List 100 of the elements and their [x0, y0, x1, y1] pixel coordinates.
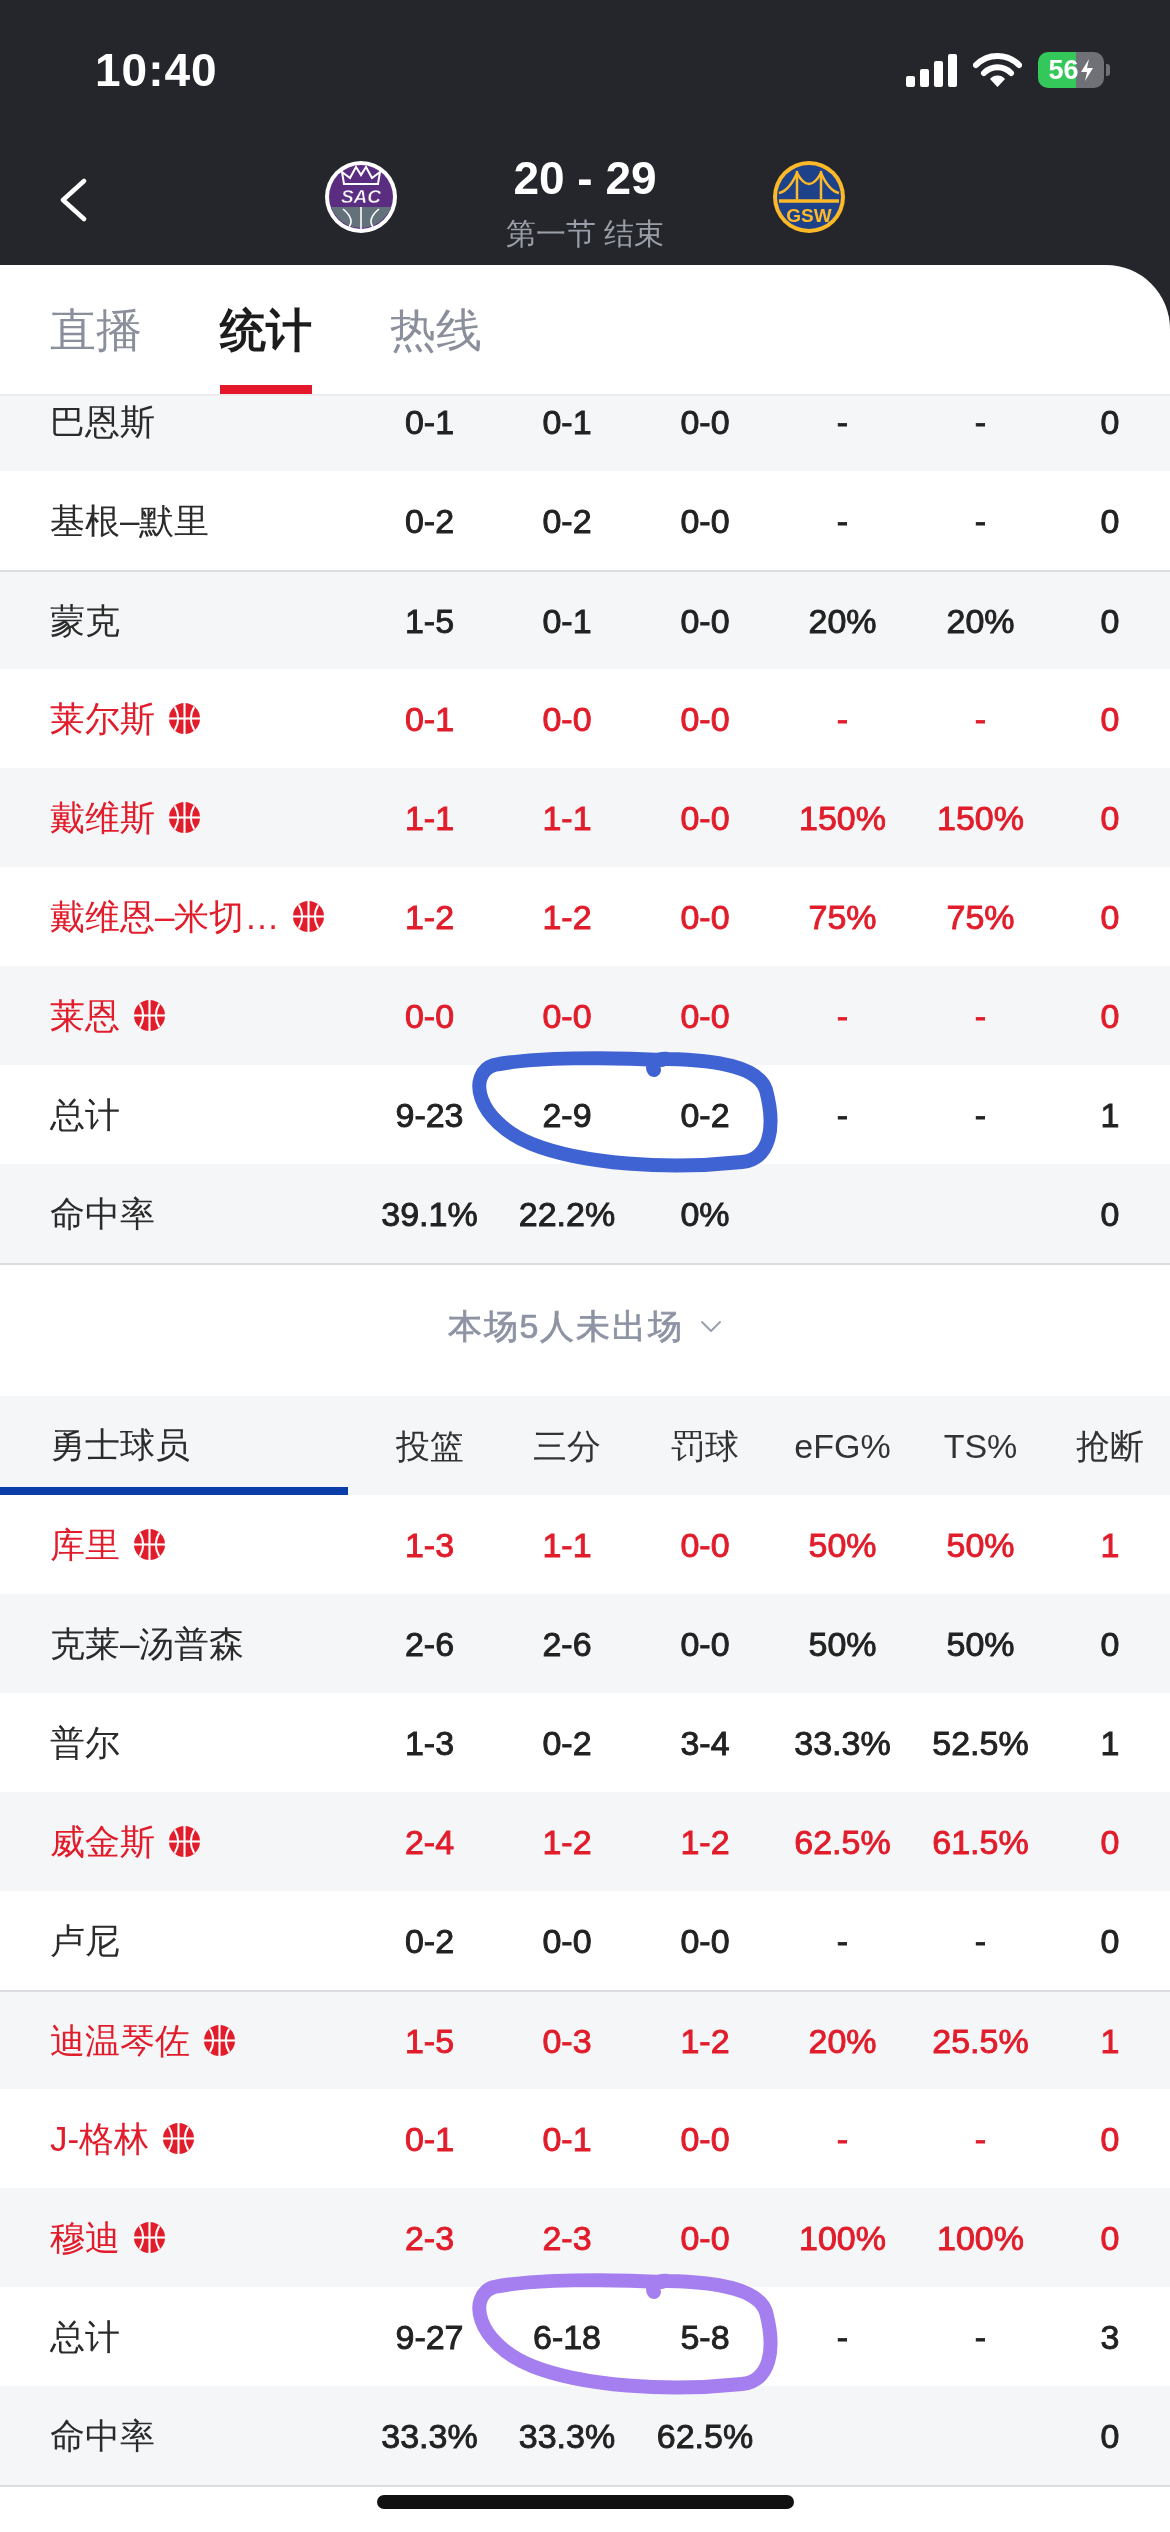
table-cell-text: 1	[1099, 1722, 1121, 1763]
table-cell-text: 0	[1099, 1623, 1121, 1664]
table-cell-text: 0-0	[679, 1524, 731, 1565]
tab[interactable]: 直播	[50, 265, 142, 394]
table-cell-text: 0-0	[679, 995, 731, 1036]
table-cell-text: 39.1%	[380, 1193, 479, 1234]
team-logo: GSW	[773, 161, 845, 233]
player-name: 戴维斯	[50, 797, 155, 838]
table-cell-text: 2-3	[403, 2217, 456, 2258]
table-cell-text: 1	[1099, 1524, 1121, 1565]
table-cell-text: 0	[1099, 402, 1121, 442]
table-cell-text: 2-4	[403, 1821, 456, 1862]
table-cell-text: -	[835, 2316, 850, 2357]
table-cell-text: 3-4	[679, 1722, 731, 1763]
row-label: 总计	[50, 1094, 120, 1135]
table-cell-text: -	[973, 402, 988, 442]
table-cell-text: 0	[1099, 1821, 1121, 1862]
table-cell-text: 0	[1099, 2415, 1121, 2456]
table-cell-text: 0-0	[541, 995, 593, 1036]
column-header: 投篮	[394, 1425, 465, 1466]
basketball-icon	[134, 2222, 165, 2253]
table-cell-text: 0-1	[541, 2118, 593, 2159]
game-period: 第一节 结束	[505, 216, 665, 252]
player-name: 莱恩	[50, 995, 120, 1036]
table-cell-text: 0	[1099, 2217, 1121, 2258]
wifi-icon	[973, 52, 1022, 88]
table-cell-text: 0-0	[679, 1623, 731, 1664]
table-cell-text: 50%	[807, 1623, 878, 1664]
table-cell-text: 0	[1099, 500, 1121, 541]
player-name: 戴维恩–米切…	[50, 896, 280, 937]
player-name: 巴恩斯	[50, 402, 155, 442]
player-name: 克莱–汤普森	[50, 1623, 245, 1664]
table-cell-text: 0-1	[541, 402, 593, 442]
table-cell-text: 0-2	[541, 500, 593, 541]
table-cell-text: 62.5%	[793, 1821, 892, 1862]
basketball-icon	[134, 1529, 165, 1560]
column-header: eFG%	[793, 1425, 892, 1466]
table-cell-text: 9-27	[394, 2316, 465, 2357]
player-name: 迪温琴佐	[50, 2020, 190, 2061]
player-name: 蒙克	[50, 600, 120, 641]
table-cell-text: 20%	[807, 2020, 878, 2061]
table-cell-text: 33.3%	[517, 2415, 617, 2456]
game-score: 20 - 29	[513, 152, 657, 204]
row-label: 总计	[50, 2316, 120, 2357]
table-cell-text: 61.5%	[931, 1821, 1030, 1862]
table-cell-text: -	[973, 2316, 988, 2357]
table-cell-text: 22.2%	[517, 1193, 617, 1234]
table-cell-text: 2-6	[541, 1623, 593, 1664]
basketball-icon	[204, 2025, 235, 2056]
table-cell-text: -	[973, 995, 988, 1036]
player-name: 基根–默里	[50, 500, 210, 541]
table-cell-text: -	[973, 2118, 988, 2159]
table-cell-text: 25.5%	[931, 2020, 1030, 2061]
table-cell-text: 0-1	[541, 600, 593, 641]
table-cell-text: 1-2	[541, 896, 593, 937]
table-cell-text: 0	[1099, 1920, 1121, 1961]
table-cell-text: -	[835, 995, 850, 1036]
basketball-icon	[293, 901, 325, 932]
team-logo: SAC	[325, 161, 397, 233]
table-cell-text: 1-5	[403, 2020, 456, 2061]
signal-icon	[906, 53, 957, 87]
table-cell-text: 0-3	[541, 2020, 593, 2061]
table-cell-text: 3	[1099, 2316, 1121, 2357]
table-cell-text: 0-2	[541, 1722, 593, 1763]
table-cell-text: 1-5	[403, 600, 456, 641]
tab[interactable]: 热线	[390, 265, 482, 394]
table-cell-text: 0-0	[403, 995, 456, 1036]
table-cell-text: 0-0	[679, 797, 731, 838]
table-cell-text: 1-3	[403, 1524, 456, 1565]
table-cell-text: 50%	[945, 1524, 1016, 1565]
player-name: 莱尔斯	[50, 698, 155, 739]
row-label: 命中率	[50, 1193, 155, 1234]
table-cell-text: 0-0	[679, 500, 731, 541]
table-cell-text: -	[835, 402, 850, 442]
table-cell-text: 1-2	[403, 896, 456, 937]
table-cell-text: 0-0	[679, 402, 731, 442]
table-cell-text: 33.3%	[793, 1722, 892, 1763]
table-cell-text: 1-3	[403, 1722, 456, 1763]
table-cell-text: 0-0	[679, 600, 731, 641]
table-cell-text: 0-2	[679, 1094, 731, 1135]
table-cell-text: 0-0	[679, 2118, 731, 2159]
column-header: 罚球	[670, 1425, 740, 1466]
table-cell-text: 2-3	[541, 2217, 593, 2258]
table-cell-text: 0-0	[679, 1920, 731, 1961]
table-cell-text: 2-9	[541, 1094, 593, 1135]
table-cell-text: 0%	[679, 1193, 731, 1234]
table-cell-text: 20%	[945, 600, 1016, 641]
table-cell-text: 150%	[936, 797, 1025, 838]
back-icon	[58, 178, 88, 222]
back-button[interactable]	[58, 178, 88, 222]
player-name: 威金斯	[50, 1821, 155, 1862]
status-time: 10:40	[95, 43, 218, 97]
tab[interactable]: 统计	[220, 265, 312, 394]
table-cell-text: 0-0	[541, 698, 593, 739]
table-cell-text: 0-1	[403, 402, 456, 442]
table-cell-text: 0-1	[403, 698, 456, 739]
table-cell-text: 0-0	[679, 698, 731, 739]
table-cell-text: 0	[1099, 2118, 1121, 2159]
table-cell-text: 1-2	[679, 2020, 731, 2061]
table-cell-text: -	[835, 1094, 850, 1135]
